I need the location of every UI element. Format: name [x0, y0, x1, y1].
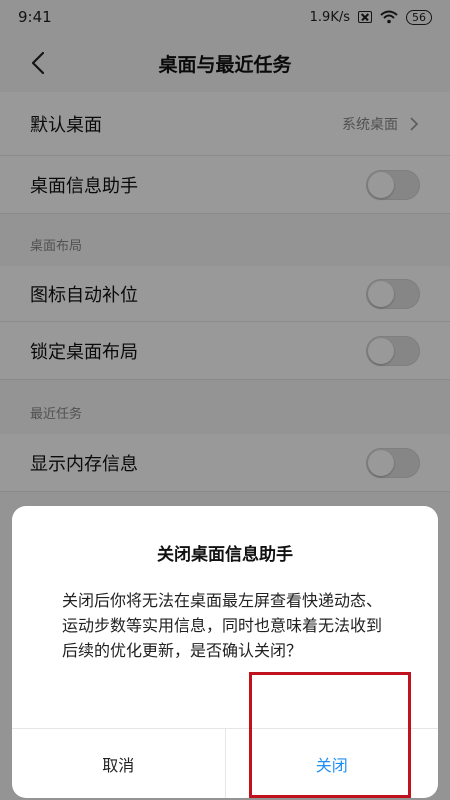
dialog-title: 关闭桌面信息助手: [157, 545, 293, 565]
dialog-button-bar: 取消 关闭: [12, 728, 438, 798]
confirm-dialog: 关闭桌面信息助手 关闭后你将无法在桌面最左屏查看快递动态、运动步数等实用信息，同…: [12, 506, 438, 798]
dialog-message: 关闭后你将无法在桌面最左屏查看快递动态、运动步数等实用信息，同时也意味着无法收到…: [62, 591, 383, 660]
confirm-close-button[interactable]: 关闭: [226, 729, 439, 798]
cancel-button[interactable]: 取消: [12, 729, 226, 798]
